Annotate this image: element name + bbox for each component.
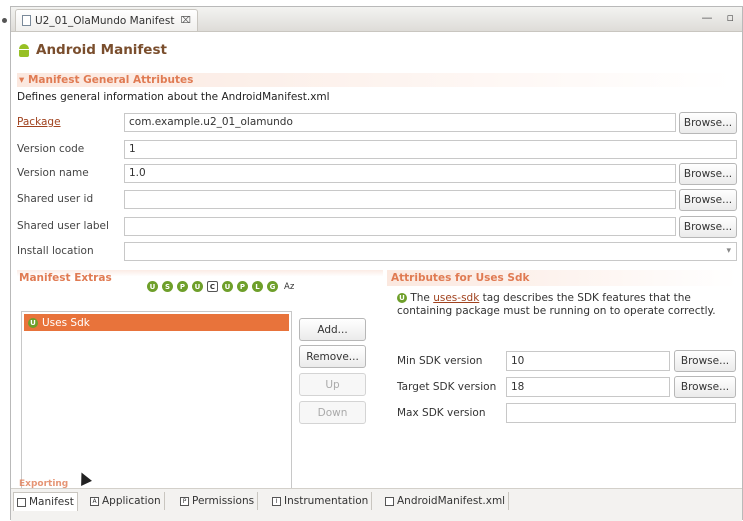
info-prefix: The [410, 292, 430, 304]
external-marker [2, 18, 7, 23]
shared-user-id-field[interactable] [124, 190, 676, 209]
window-controls: — ▫ [702, 11, 734, 24]
version-code-field[interactable]: 1 [124, 140, 737, 159]
filter-uses-configuration-icon[interactable]: U [222, 281, 233, 292]
manifest-file-icon [22, 15, 31, 26]
filter-compatible-screens-icon[interactable]: C [207, 281, 218, 292]
up-button[interactable]: Up [299, 373, 366, 396]
page-title: Android Manifest [17, 42, 167, 58]
add-button[interactable]: Add... [299, 318, 366, 341]
chevron-down-icon: ▾ [726, 246, 731, 256]
editor-tab-manifest[interactable]: U2_01_OlaMundo Manifest ⌧ [15, 9, 198, 31]
restore-icon[interactable]: ▫ [727, 11, 734, 24]
application-tab-icon: A [90, 496, 99, 506]
version-name-label: Version name [17, 167, 89, 179]
filter-uses-feature-icon[interactable]: U [192, 281, 203, 292]
shared-user-label-field[interactable] [124, 217, 676, 236]
filter-uses-sdk-icon[interactable]: S [162, 281, 173, 292]
extras-list[interactable]: U Uses Sdk [21, 311, 292, 494]
close-icon[interactable]: ⌧ [180, 16, 190, 26]
general-section-title[interactable]: ▾ Manifest General Attributes [19, 74, 193, 86]
tab-instrumentation[interactable]: I Instrumentation [269, 492, 373, 510]
instrumentation-tab-icon: I [272, 496, 281, 506]
target-sdk-browse-button[interactable]: Browse... [674, 376, 736, 398]
package-field[interactable]: com.example.u2_01_olamundo [124, 113, 676, 132]
uses-sdk-info-icon: U [397, 293, 407, 303]
filter-uses-permission-icon[interactable]: U [147, 281, 158, 292]
target-sdk-field[interactable]: 18 [506, 377, 670, 397]
tab-permissions[interactable]: P Permissions [177, 492, 259, 510]
down-button[interactable]: Down [299, 401, 366, 424]
extras-section-title: Manifest Extras [19, 272, 112, 284]
max-sdk-label: Max SDK version [397, 407, 486, 419]
package-browse-button[interactable]: Browse... [679, 112, 737, 134]
version-name-browse-button[interactable]: Browse... [679, 163, 737, 185]
editor-tabbar: U2_01_OlaMundo Manifest ⌧ — ▫ [11, 7, 742, 32]
general-description: Defines general information about the An… [17, 91, 330, 103]
package-label[interactable]: Package [17, 116, 61, 128]
page-title-text: Android Manifest [36, 42, 167, 58]
tab-manifest[interactable]: Manifest [13, 492, 78, 511]
filter-supports-gl-icon[interactable]: G [267, 281, 278, 292]
version-name-field[interactable]: 1.0 [124, 164, 676, 183]
list-item[interactable]: U Uses Sdk [24, 314, 289, 331]
editor-content: Android Manifest ▾ Manifest General Attr… [11, 32, 742, 521]
android-icon [17, 43, 31, 57]
uses-sdk-info: U The uses-sdk tag describes the SDK fea… [397, 292, 737, 318]
permissions-tab-icon: P [180, 496, 189, 506]
list-item-label: Uses Sdk [42, 316, 90, 329]
uses-sdk-icon: U [28, 317, 38, 328]
target-sdk-label: Target SDK version [397, 381, 497, 393]
min-sdk-browse-button[interactable]: Browse... [674, 350, 736, 372]
shared-user-id-label: Shared user id [17, 193, 94, 205]
shared-user-id-browse-button[interactable]: Browse... [679, 189, 737, 211]
filter-permission-group-icon[interactable]: P [237, 281, 248, 292]
manifest-tab-icon [17, 497, 26, 507]
shared-user-label-label: Shared user label [17, 220, 109, 232]
editor-page-tabs: Manifest A Application P Permissions I I… [11, 488, 742, 521]
filter-permission-icon[interactable]: P [177, 281, 188, 292]
version-code-label: Version code [17, 143, 85, 155]
editor-tab-title: U2_01_OlaMundo Manifest [35, 14, 175, 27]
uses-sdk-link[interactable]: uses-sdk [433, 292, 479, 304]
min-sdk-field[interactable]: 10 [506, 351, 670, 371]
tab-android-manifest-xml[interactable]: AndroidManifest.xml [382, 492, 510, 510]
minimize-icon[interactable]: — [702, 11, 713, 24]
remove-button[interactable]: Remove... [299, 345, 366, 368]
attributes-section-title: Attributes for Uses Sdk [391, 272, 530, 284]
xml-file-tab-icon [385, 496, 394, 506]
install-location-label: Install location [17, 245, 94, 257]
editor-window: U2_01_OlaMundo Manifest ⌧ — ▫ Android Ma… [10, 6, 743, 521]
min-sdk-label: Min SDK version [397, 355, 483, 367]
extras-filter-bar: U S P U C U P L G Az [147, 281, 294, 292]
shared-user-label-browse-button[interactable]: Browse... [679, 216, 737, 238]
sort-az-icon[interactable]: Az [284, 282, 294, 292]
tab-application[interactable]: A Application [87, 492, 165, 510]
install-location-select[interactable]: ▾ [124, 242, 737, 261]
max-sdk-field[interactable] [506, 403, 736, 423]
filter-uses-library-icon[interactable]: L [252, 281, 263, 292]
